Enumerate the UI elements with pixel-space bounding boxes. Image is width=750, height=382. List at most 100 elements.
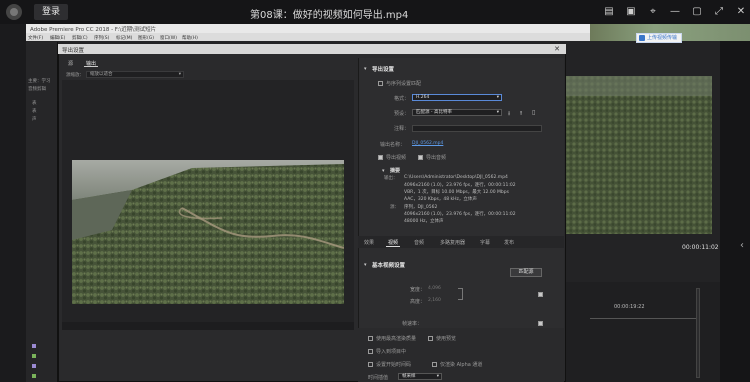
label-color-swatch (32, 374, 36, 378)
start-timecode-label: 设置开始时间码 (376, 362, 412, 368)
time-interpolation-dropdown[interactable]: 帧采样 ▾ (398, 373, 442, 380)
import-to-project-checkbox[interactable] (368, 349, 373, 354)
chevron-down-icon: ▾ (496, 110, 499, 115)
close-icon[interactable]: ✕ (734, 5, 748, 19)
menu-graphics[interactable]: 图形(G) (138, 35, 154, 41)
match-source-button[interactable]: 匹配源 (510, 268, 542, 277)
import-to-project-label: 导入到项目中 (376, 349, 407, 355)
next-arrow-icon[interactable]: ‹ (740, 240, 750, 254)
upload-tag[interactable]: 上传视频传输 (636, 33, 682, 43)
output-name-label: 输出名称： (380, 142, 406, 148)
start-timecode-checkbox[interactable] (368, 362, 373, 367)
tab-source[interactable]: 源 (68, 60, 73, 67)
max-render-quality-checkbox[interactable] (368, 336, 373, 341)
collapse-arrow-icon[interactable]: ▾ (364, 262, 367, 268)
timeline-ruler (590, 318, 700, 319)
match-sequence-checkbox[interactable] (378, 81, 383, 86)
tab-captions[interactable]: 字幕 (480, 239, 490, 246)
maximize-icon[interactable]: ▢ (690, 5, 704, 19)
aerial-landscape-image (566, 76, 712, 234)
import-preset-icon[interactable]: ⭱ (520, 109, 522, 119)
program-monitor-preview (566, 76, 712, 234)
summary-output-line: 4096x2160 (1.0)，23.976 fps，逐行，00:00:11:0… (404, 183, 516, 188)
program-timecode: 00:00:11:02 (682, 244, 719, 251)
format-dropdown[interactable]: H.264 ▾ (412, 94, 502, 101)
match-sequence-label: 与序列设置匹配 (386, 81, 422, 87)
save-preset-icon[interactable]: ⭳ (508, 109, 510, 119)
comment-input[interactable] (412, 125, 542, 132)
alpha-only-label: 仅渲染 Alpha 通道 (440, 362, 483, 368)
window-mode-icon[interactable]: ▣ (624, 5, 638, 19)
delete-preset-icon[interactable]: ▯ (532, 109, 535, 116)
premiere-left-panel: 主要：学习 音频剪辑 表 表 声 (26, 42, 58, 382)
output-name-link[interactable]: DJI_0562.mp4 (412, 141, 443, 146)
login-button[interactable]: 登录 (34, 4, 68, 20)
dialog-close-icon[interactable]: ✕ (548, 44, 566, 54)
width-value[interactable]: 4,096 (428, 286, 441, 291)
tab-audio[interactable]: 音频 (414, 239, 424, 246)
dialog-title-bar: 导出设置 (58, 44, 566, 54)
collapse-arrow-icon[interactable]: ▾ (382, 168, 385, 174)
summary-output-line: VBR，1 次，目标 10.00 Mbps，最大 12.00 Mbps (404, 190, 509, 195)
format-label: 格式： (394, 96, 410, 102)
summary-output-line: C:\Users\Administrator\Desktop\DJI_0562.… (404, 175, 508, 180)
preset-dropdown[interactable]: 匹配源 - 高比特率 ▾ (412, 109, 502, 116)
tab-multiplexer[interactable]: 多路复用器 (440, 239, 465, 246)
summary-source-line: 48000 Hz，立体声 (404, 219, 444, 224)
preview-time-bar[interactable] (62, 322, 354, 330)
use-previews-checkbox[interactable] (428, 336, 433, 341)
dialog-title: 导出设置 (62, 47, 85, 54)
menu-window[interactable]: 窗口(W) (160, 35, 177, 41)
summary-output-line: AAC，320 Kbps，48 kHz，立体声 (404, 197, 477, 202)
tab-video[interactable]: 视频 (388, 239, 398, 246)
left-item: 主要：学习 (28, 79, 51, 84)
source-scaling-dropdown[interactable]: 缩放以适合 ▾ (86, 71, 184, 78)
menu-edit[interactable]: 编辑(E) (50, 35, 65, 41)
framerate-checkbox[interactable] (538, 321, 543, 326)
preset-value: 匹配源 - 高比特率 (416, 110, 452, 115)
summary-source-line: 4096x2160 (1.0)，23.976 fps，逐行，00:00:11:0… (404, 212, 516, 217)
menu-sequence[interactable]: 序列(S) (94, 35, 109, 41)
tab-underline (386, 246, 400, 247)
chevron-down-icon: ▾ (436, 374, 439, 379)
time-interpolation-value: 帧采样 (402, 374, 416, 379)
width-label: 宽度： (410, 287, 426, 293)
summary-output-label: 输出： (384, 176, 398, 181)
menu-clip[interactable]: 剪辑(C) (72, 35, 88, 41)
preview-frame (72, 160, 344, 304)
width-height-checkbox[interactable] (538, 292, 543, 297)
timeline-panel: 00:00:19:22 (566, 282, 720, 382)
menu-help[interactable]: 帮助(H) (182, 35, 198, 41)
framerate-label: 帧速率： (402, 321, 423, 327)
playlist-icon[interactable]: ▤ (602, 5, 616, 19)
tab-underline (84, 66, 98, 67)
export-video-label: 导出视频 (386, 155, 407, 161)
label-color-swatch (32, 344, 36, 348)
timeline-timecode: 00:00:19:22 (614, 304, 645, 310)
export-audio-label: 导出音频 (426, 155, 447, 161)
video-title: 第08课：做好的视频如何导出.mp4 (250, 10, 409, 21)
export-video-checkbox[interactable] (378, 155, 383, 160)
tab-publish[interactable]: 发布 (504, 239, 514, 246)
minimize-icon[interactable]: — (668, 5, 682, 19)
link-dimensions-icon[interactable] (458, 288, 463, 300)
comment-label: 注释： (394, 126, 410, 132)
left-item: 音频剪辑 (28, 87, 46, 92)
source-scaling-label: 源缩放： (66, 73, 84, 78)
player-right-margin (720, 24, 750, 382)
menu-file[interactable]: 文件(F) (28, 35, 43, 41)
summary-header: 摘要 (390, 168, 401, 174)
summary-source-label: 源： (390, 205, 399, 210)
menu-marker[interactable]: 标记(M) (116, 35, 132, 41)
left-item: 声 (32, 117, 37, 122)
tab-effects[interactable]: 效果 (364, 239, 374, 246)
pin-icon[interactable]: ⌖ (646, 5, 660, 19)
collapse-arrow-icon[interactable]: ▾ (364, 66, 367, 72)
player-logo-icon (6, 4, 22, 20)
label-color-swatch (32, 364, 36, 368)
alpha-only-checkbox[interactable] (432, 362, 437, 367)
fullscreen-icon[interactable]: ⤢ (712, 5, 726, 19)
export-audio-checkbox[interactable] (418, 155, 423, 160)
chevron-down-icon: ▾ (496, 95, 499, 100)
height-value[interactable]: 2,160 (428, 298, 441, 303)
